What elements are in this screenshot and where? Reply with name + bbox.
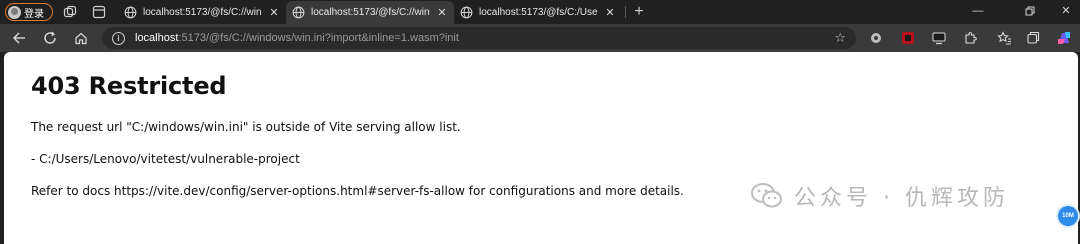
tab-title: localhost:5173/@fs/C:/Users/Lenovo: [479, 7, 598, 18]
copilot-icon[interactable]: [1056, 30, 1072, 46]
globe-icon: [460, 6, 473, 19]
tab-actions-icon[interactable]: [91, 4, 107, 20]
restore-button[interactable]: [1020, 3, 1040, 19]
info-icon[interactable]: i: [112, 31, 125, 45]
extension-icon[interactable]: [868, 30, 884, 46]
tab-3[interactable]: localhost:5173/@fs/C:/Users/Lenovo ✕: [454, 1, 622, 24]
address-host: localhost: [135, 32, 179, 44]
favorites-icon[interactable]: [996, 30, 1012, 46]
globe-icon: [124, 6, 137, 19]
docs-reference: Refer to docs https://vite.dev/config/se…: [31, 184, 684, 198]
collections-icon[interactable]: [1025, 30, 1041, 46]
floating-badge[interactable]: 10M: [1058, 206, 1078, 226]
profile-button[interactable]: 登录: [5, 3, 53, 21]
back-button[interactable]: [10, 29, 28, 47]
avatar: [8, 5, 21, 19]
tab-title: localhost:5173/@fs/C://windows/win.ini: [143, 7, 262, 18]
close-icon[interactable]: ✕: [268, 6, 280, 19]
screen-cast-icon[interactable]: [931, 30, 947, 46]
address-bar[interactable]: i localhost:5173/@fs/C://windows/win.ini…: [102, 27, 856, 49]
tab-title: localhost:5173/@fs/C://windows/win.ini: [311, 7, 430, 18]
minimize-button[interactable]: —: [968, 3, 988, 19]
watermark: 公众号 · 仇辉攻防: [750, 180, 1009, 212]
tab-1[interactable]: localhost:5173/@fs/C://windows/win.ini ✕: [118, 1, 286, 24]
address-path: :5173/@fs/C://windows/win.ini?import&inl…: [178, 32, 459, 44]
close-icon[interactable]: ✕: [604, 6, 616, 19]
page-title: 403 Restricted: [31, 72, 227, 100]
toolbar: i localhost:5173/@fs/C://windows/win.ini…: [0, 24, 1080, 52]
extension-red-icon[interactable]: [900, 30, 916, 46]
new-tab-button[interactable]: +: [631, 3, 647, 20]
wechat-logo-icon: [750, 182, 784, 210]
allow-list-entry: - C:/Users/Lenovo/vitetest/vulnerable-pr…: [31, 152, 300, 166]
home-button[interactable]: [72, 29, 90, 47]
watermark-text: 公众号 · 仇辉攻防: [794, 186, 1009, 211]
globe-icon: [292, 6, 305, 19]
close-icon[interactable]: ✕: [436, 6, 448, 19]
profile-label: 登录: [24, 8, 44, 20]
error-message: The request url "C:/windows/win.ini" is …: [31, 120, 461, 134]
favorite-star-icon[interactable]: ☆: [834, 30, 846, 46]
refresh-button[interactable]: [41, 29, 59, 47]
extensions-puzzle-icon[interactable]: [962, 30, 978, 46]
tab-divider: [625, 6, 626, 18]
tab-strip: 登录 localhost:5173/@fs/C://windows/win.in…: [0, 0, 1080, 24]
workspaces-icon[interactable]: [62, 4, 78, 20]
close-window-button[interactable]: ✕: [1056, 3, 1076, 19]
tab-2[interactable]: localhost:5173/@fs/C://windows/win.ini ✕: [286, 1, 454, 24]
page-content: 403 Restricted The request url "C:/windo…: [4, 52, 1078, 244]
